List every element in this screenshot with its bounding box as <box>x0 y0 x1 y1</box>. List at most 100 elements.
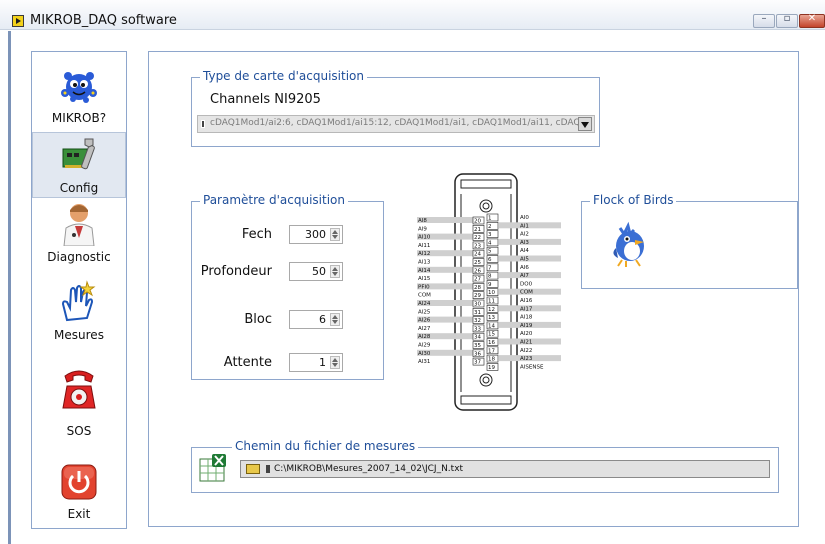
param-profondeur: Profondeur 50 <box>192 262 382 282</box>
left-pin-label: COM <box>418 293 431 299</box>
param-profondeur-label: Profondeur <box>200 264 272 279</box>
acquisition-card-legend: Type de carte d'acquisition <box>200 69 367 83</box>
minimize-button[interactable]: – <box>753 13 775 28</box>
red-telephone-icon <box>62 370 96 409</box>
right-pin-number: 17 <box>488 348 495 354</box>
left-pin-label: AI14 <box>418 268 431 274</box>
right-pin-number: 1 <box>488 216 492 222</box>
param-fech: Fech 300 <box>192 225 382 245</box>
screw-hole-top-inner <box>482 202 490 210</box>
flock-of-birds-legend: Flock of Birds <box>590 193 677 207</box>
right-pin-number: 12 <box>488 307 495 313</box>
window-left-frame <box>8 31 11 544</box>
right-pin-label: AI6 <box>520 265 529 271</box>
right-pin-label: AI23 <box>520 356 533 362</box>
param-attente-label: Attente <box>223 355 272 370</box>
left-pin-label: AI25 <box>418 309 431 315</box>
left-pin-label: AI8 <box>418 218 427 224</box>
right-pin-label: AI1 <box>520 223 529 229</box>
maximize-button[interactable]: ▫ <box>776 13 798 28</box>
right-pin-number: 15 <box>488 332 495 338</box>
left-pin-label: AI30 <box>418 351 431 357</box>
right-pin-number: 11 <box>488 299 495 305</box>
main-panel: Type de carte d'acquisition Channels NI9… <box>148 51 799 527</box>
left-pin-number: 27 <box>474 277 481 283</box>
sidebar-item-config[interactable]: Config <box>32 132 126 198</box>
minimize-icon: – <box>761 13 767 24</box>
file-path-input[interactable]: C:\MIKROB\Mesures_2007_14_02\JCJ_N.txt <box>240 460 770 478</box>
right-pin-label: AISENSE <box>520 364 544 370</box>
left-pin-label: AI28 <box>418 334 431 340</box>
profondeur-stepper[interactable]: 50 <box>289 262 343 281</box>
screw-hole-bottom-inner <box>482 376 490 384</box>
right-pin-label: COM <box>520 290 533 296</box>
left-pin-label: AI29 <box>418 343 431 349</box>
left-pin-number: 24 <box>474 252 481 258</box>
stepper-arrows-icon[interactable] <box>330 228 340 241</box>
right-pin-label: AI16 <box>520 298 533 304</box>
attente-stepper[interactable]: 1 <box>289 353 343 372</box>
right-pin-shade <box>499 222 561 229</box>
stepper-arrows-icon[interactable] <box>330 356 340 369</box>
right-pin-number: 4 <box>488 240 492 246</box>
sidebar-label-mesures: Mesures <box>54 328 104 342</box>
right-pin-label: AI21 <box>520 340 532 346</box>
sidebar-item-mikrob[interactable]: MIKROB? <box>32 62 126 130</box>
right-pin-number: 14 <box>488 323 495 329</box>
left-pin-number: 25 <box>474 260 481 266</box>
profondeur-value: 50 <box>312 265 326 278</box>
connector-bottom-tab <box>460 395 512 405</box>
channels-combobox[interactable]: cDAQ1Mod1/ai2:6, cDAQ1Mod1/ai15:12, cDAQ… <box>197 115 595 133</box>
dropdown-arrow-icon[interactable] <box>578 117 592 131</box>
right-pin-number: 16 <box>488 340 495 346</box>
right-pin-shade <box>499 255 561 262</box>
right-pin-number: 6 <box>488 257 492 263</box>
path-io-icon <box>266 465 270 473</box>
close-button[interactable]: ✕ <box>799 13 825 28</box>
fech-stepper[interactable]: 300 <box>289 225 343 244</box>
left-pin-number: 22 <box>474 235 481 241</box>
stepper-arrows-icon[interactable] <box>330 313 340 326</box>
param-bloc: Bloc 6 <box>192 310 382 330</box>
left-pin-number: 36 <box>474 351 481 357</box>
flock-of-birds-group: Flock of Birds <box>581 193 798 289</box>
stepper-arrows-icon[interactable] <box>330 265 340 278</box>
spreadsheet-icon[interactable] <box>198 453 228 483</box>
sidebar-item-mesures[interactable]: Mesures <box>32 280 126 346</box>
right-pin-label: AI17 <box>520 306 533 312</box>
sidebar-item-diagnostic[interactable]: Diagnostic <box>32 200 126 270</box>
folder-open-icon[interactable] <box>246 464 260 474</box>
right-pin-number: 9 <box>488 282 492 288</box>
channels-label: Channels NI9205 <box>210 92 321 107</box>
left-pin-label: PFI0 <box>418 284 430 290</box>
attente-value: 1 <box>319 356 326 369</box>
right-pin-label: AI4 <box>520 248 529 254</box>
left-pin-label: AI27 <box>418 326 431 332</box>
title-bar: MIKROB_DAQ software – ▫ ✕ <box>0 0 825 30</box>
right-pin-number: 8 <box>488 274 492 280</box>
left-pin-number: 20 <box>474 219 481 225</box>
sidebar-item-sos[interactable]: SOS <box>32 366 126 442</box>
bloc-stepper[interactable]: 6 <box>289 310 343 329</box>
maximize-icon: ▫ <box>783 13 791 24</box>
left-pin-label: AI12 <box>418 251 430 257</box>
bird-icon[interactable] <box>608 218 652 268</box>
sidebar-item-exit[interactable]: Exit <box>32 458 126 528</box>
right-pin-number: 18 <box>488 357 495 363</box>
power-button-icon <box>61 464 97 500</box>
right-pin-number: 3 <box>488 232 492 238</box>
param-fech-label: Fech <box>241 227 272 242</box>
sidebar: MIKROB? Config Diagnostic Mesures SOS Ex… <box>31 51 127 529</box>
left-pin-number: 31 <box>474 310 481 316</box>
left-pin-label: AI11 <box>418 243 430 249</box>
ni9205-connector-diagram: AI8 20AI9 21AI10 22AI11 23AI12 24AI13 25AI14 26… <box>417 173 561 411</box>
right-pin-label: AI22 <box>520 348 532 354</box>
right-pin-number: 5 <box>488 249 492 255</box>
right-pin-label: AI18 <box>520 315 533 321</box>
bloc-value: 6 <box>319 313 326 326</box>
right-pin-label: AI20 <box>520 331 533 337</box>
file-path-value: C:\MIKROB\Mesures_2007_14_02\JCJ_N.txt <box>274 464 464 474</box>
left-pin-number: 37 <box>474 360 481 366</box>
left-pin-number: 21 <box>474 227 481 233</box>
left-pin-number: 35 <box>474 343 481 349</box>
